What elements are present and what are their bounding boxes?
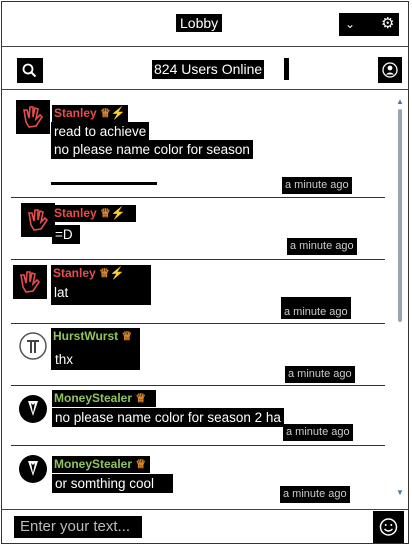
search-icon <box>22 63 37 78</box>
crown-badge-icon: ♕ <box>135 457 147 471</box>
chevron-down-icon[interactable]: ⌄ <box>345 17 355 31</box>
avatar <box>16 100 50 134</box>
profile-button[interactable] <box>378 57 402 83</box>
scroll-up-icon[interactable]: ▲ <box>396 97 404 106</box>
username[interactable]: MoneyStealer ♕ <box>52 456 150 473</box>
tuxedo-avatar-icon <box>19 395 47 423</box>
timestamp: a minute ago <box>281 297 351 319</box>
avatar <box>16 452 50 486</box>
vulcan-salute-icon <box>28 209 49 231</box>
search-button[interactable] <box>17 58 43 83</box>
users-online-count: 824 Users Online <box>152 60 265 79</box>
username-text: MoneyStealer <box>54 391 133 405</box>
avatar <box>21 203 55 237</box>
user-icon <box>382 62 398 78</box>
message-item: Stanley ♕⚡ read to achieve no please nam… <box>11 97 385 198</box>
smiley-icon <box>379 518 398 536</box>
message-item: Stanley ♕⚡ =D a minute ago <box>11 198 385 260</box>
message-text: =D <box>52 225 80 244</box>
username-text: MoneyStealer <box>54 457 133 471</box>
message-list[interactable]: Stanley ♕⚡ read to achieve no please nam… <box>1 92 391 504</box>
message-item: HurstWurst ♕ thx a minute ago <box>11 324 385 386</box>
crown-badge-icon: ♕ <box>100 206 111 220</box>
avatar <box>16 392 50 426</box>
room-title: Lobby <box>176 14 223 32</box>
username-text: HurstWurst <box>53 329 119 343</box>
message-input[interactable]: Enter your text... <box>14 516 142 538</box>
crown-badge-icon: ♕ <box>121 329 133 343</box>
bolt-badge-icon: ⚡ <box>110 106 126 120</box>
vulcan-salute-icon <box>20 271 41 293</box>
bolt-badge-icon: ⚡ <box>110 206 126 220</box>
timestamp: a minute ago <box>285 366 355 383</box>
username-text: Stanley <box>54 206 97 220</box>
message-text: thx <box>55 352 74 367</box>
message-text: no please name color for season 2 ha <box>52 408 284 427</box>
username-text: Stanley <box>54 106 97 120</box>
crown-badge-icon: ♕ <box>135 391 147 405</box>
timestamp: a minute ago <box>283 424 353 441</box>
username-text: Stanley <box>53 266 96 280</box>
emoji-button[interactable] <box>373 511 404 543</box>
message-divider-mark <box>51 182 157 185</box>
gear-icon[interactable]: ⚙ <box>381 16 394 32</box>
vulcan-salute-icon <box>23 106 44 128</box>
timestamp: a minute ago <box>287 238 357 255</box>
crown-badge-icon: ♕ <box>100 106 111 120</box>
room-controls: ⌄ ⚙ <box>339 13 399 36</box>
header-divider <box>1 46 409 47</box>
brand-logo-icon <box>19 332 47 360</box>
timestamp: a minute ago <box>282 177 352 194</box>
crown-badge-icon: ♕ <box>99 266 110 280</box>
username[interactable]: Stanley ♕⚡ <box>52 205 136 222</box>
message-item: MoneyStealer ♕ or somthing cool a minute… <box>11 446 385 504</box>
bolt-badge-icon: ⚡ <box>109 266 125 280</box>
scrollbar[interactable]: ▲ ▼ <box>396 97 404 497</box>
avatar <box>16 329 50 363</box>
tuxedo-avatar-icon <box>19 455 47 483</box>
timestamp: a minute ago <box>280 486 350 503</box>
message-item: Stanley ♕⚡ lat a minute ago <box>11 260 385 324</box>
scrollbar-thumb[interactable] <box>398 109 402 322</box>
message-item: MoneyStealer ♕ no please name color for … <box>11 386 385 446</box>
username[interactable]: Stanley ♕⚡ <box>52 105 128 122</box>
composer-divider <box>1 509 409 510</box>
message-text: read to achieve <box>51 122 150 141</box>
username[interactable]: MoneyStealer ♕ <box>52 390 156 407</box>
online-indicator <box>284 58 289 80</box>
avatar <box>13 265 47 299</box>
message-text: no please name color for season <box>51 140 253 159</box>
toolbar-divider <box>1 89 409 90</box>
message-text: lat <box>54 285 69 300</box>
message-text: or somthing cool <box>52 474 173 493</box>
scroll-down-icon[interactable]: ▼ <box>396 488 404 497</box>
